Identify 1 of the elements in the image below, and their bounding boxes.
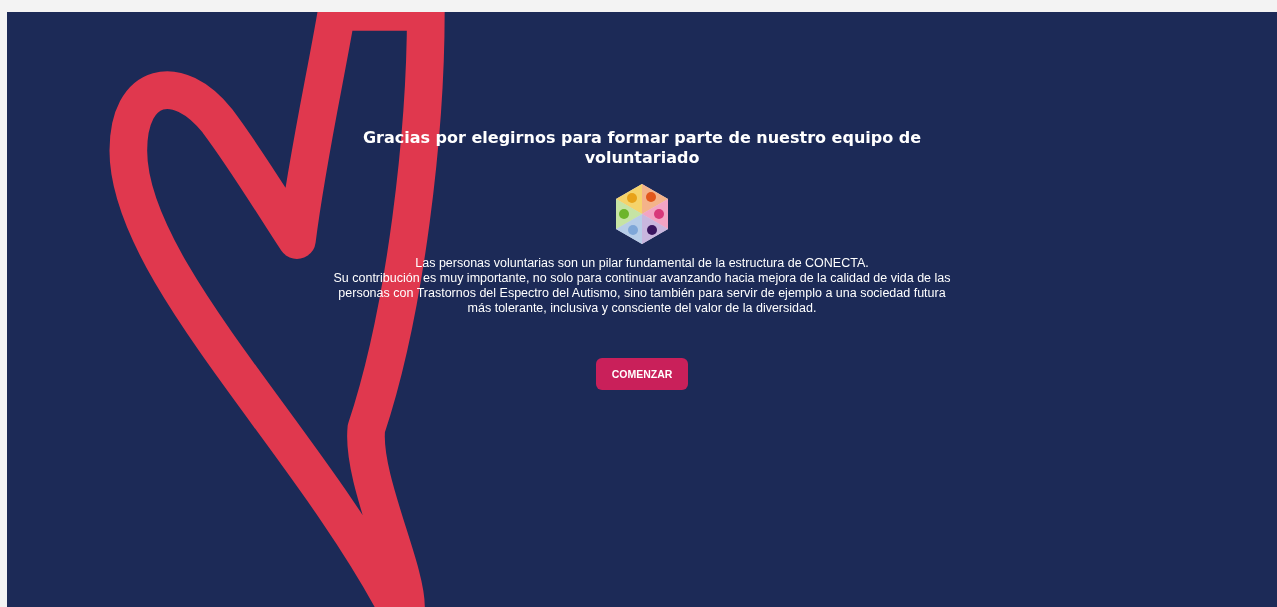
start-button[interactable]: COMENZAR [595,358,689,390]
